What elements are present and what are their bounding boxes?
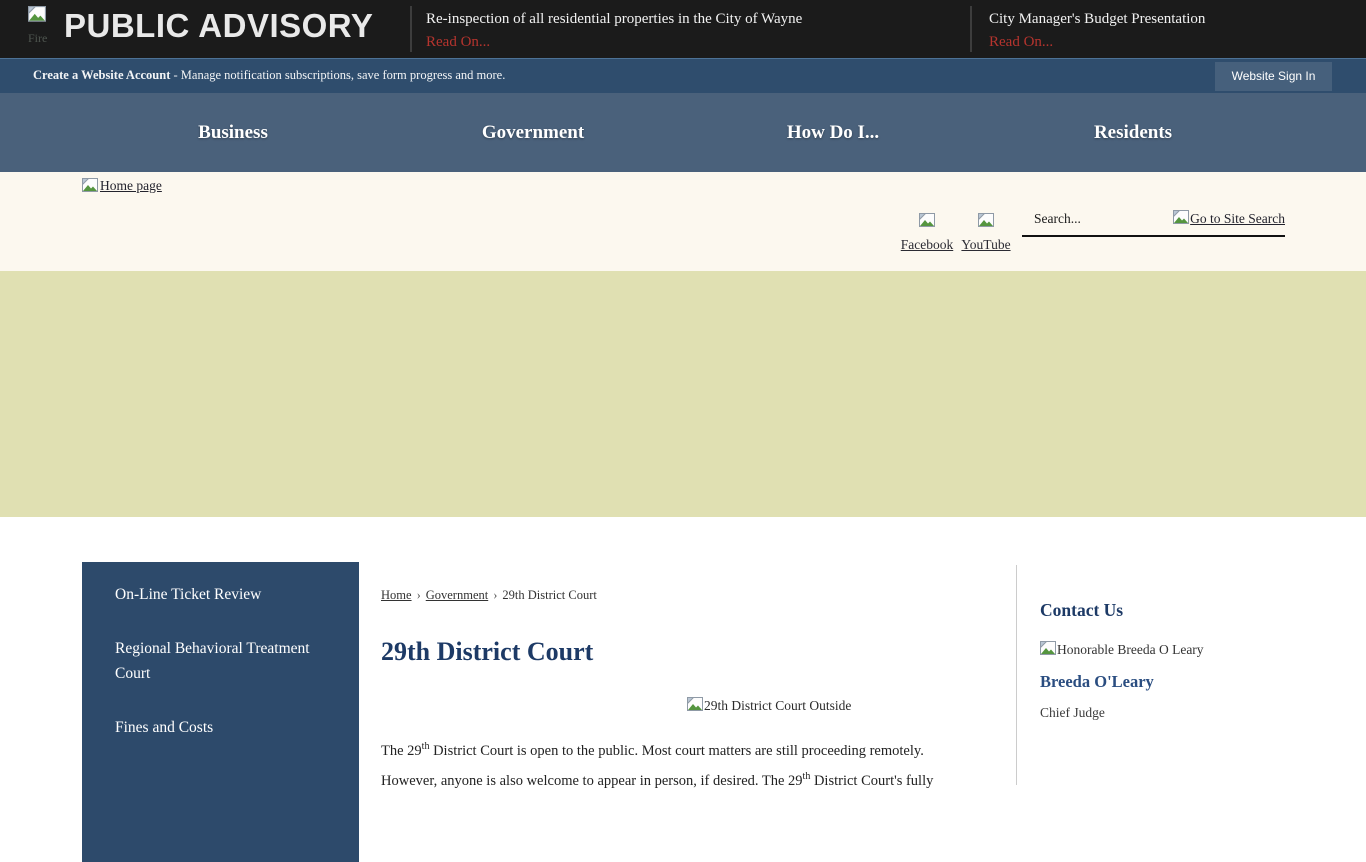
sidebar-item-regional-behavioral-treatment-court[interactable]: Regional Behavioral Treatment Court <box>115 636 335 686</box>
read-on-link[interactable]: Read On... <box>426 31 802 53</box>
page-content: On-Line Ticket Review Regional Behaviora… <box>0 517 1366 768</box>
youtube-alt-text: YouTube <box>961 237 1010 252</box>
main-navigation: Business Government How Do I... Resident… <box>0 93 1366 172</box>
broken-image-icon <box>687 697 703 713</box>
left-sidebar-menu: On-Line Ticket Review Regional Behaviora… <box>82 562 359 862</box>
contact-us-panel: Contact Us Honorable Breeda O Leary Bree… <box>1040 600 1330 721</box>
breadcrumb-current-page: 29th District Court <box>502 588 596 602</box>
advisory-item: Re-inspection of all residential propert… <box>426 8 802 53</box>
read-on-link[interactable]: Read On... <box>989 31 1205 53</box>
advisory-text: City Manager's Budget Presentation <box>989 11 1205 27</box>
paragraph-text: District Court's fully <box>810 773 933 789</box>
nav-item-government[interactable]: Government <box>383 93 683 172</box>
judge-photo-alt-text: Honorable Breeda O Leary <box>1057 642 1204 657</box>
court-outside-image-broken: 29th District Court Outside <box>687 697 851 714</box>
advisory-text: Re-inspection of all residential propert… <box>426 11 802 27</box>
facebook-alt-text: Facebook <box>901 237 953 252</box>
sidebar-item-fines-and-costs[interactable]: Fines and Costs <box>115 715 335 740</box>
breadcrumb: Home › Government › 29th District Court <box>381 588 597 603</box>
breadcrumb-government-link[interactable]: Government <box>426 588 488 602</box>
home-page-alt-text: Home page <box>100 178 162 194</box>
public-advisory-bar: Fire PUBLIC ADVISORY Re-inspection of al… <box>0 0 1366 58</box>
contact-us-heading: Contact Us <box>1040 600 1330 621</box>
public-advisory-title: PUBLIC ADVISORY <box>64 7 373 45</box>
breadcrumb-separator: › <box>493 588 497 602</box>
broken-image-icon <box>82 178 98 198</box>
website-sign-in-button[interactable]: Website Sign In <box>1215 62 1332 91</box>
broken-image-icon <box>1173 210 1189 226</box>
home-page-link[interactable]: Home page <box>82 178 162 198</box>
nav-item-business[interactable]: Business <box>83 93 383 172</box>
main-navigation-inner: Business Government How Do I... Resident… <box>83 93 1283 172</box>
facebook-link[interactable]: Facebook <box>898 210 956 256</box>
advisory-item: City Manager's Budget Presentation Read … <box>989 8 1205 53</box>
create-account-link[interactable]: Create a Website Account <box>33 68 170 82</box>
create-account-message[interactable]: Create a Website Account - Manage notifi… <box>33 68 505 83</box>
paragraph-text: The 29 <box>381 743 422 759</box>
advisory-divider <box>970 6 972 52</box>
content-vertical-divider <box>1016 565 1017 785</box>
go-to-site-search-button[interactable]: Go to Site Search <box>1173 210 1285 227</box>
nav-item-residents[interactable]: Residents <box>983 93 1283 172</box>
advisory-divider <box>410 6 412 52</box>
broken-image-icon <box>28 6 46 29</box>
breadcrumb-home-link[interactable]: Home <box>381 588 412 602</box>
hero-banner-image-area <box>0 271 1366 517</box>
nav-item-how-do-i[interactable]: How Do I... <box>683 93 983 172</box>
paragraph-superscript: th <box>803 771 811 782</box>
go-to-site-search-alt-text: Go to Site Search <box>1190 211 1285 226</box>
body-paragraph: The 29th District Court is open to the p… <box>381 734 971 794</box>
broken-image-icon <box>1040 641 1056 657</box>
account-bar: Create a Website Account - Manage notifi… <box>0 58 1366 93</box>
create-account-description: - Manage notification subscriptions, sav… <box>170 68 505 82</box>
search-input[interactable] <box>1032 210 1156 228</box>
judge-name: Breeda O'Leary <box>1040 672 1330 692</box>
judge-photo-broken: Honorable Breeda O Leary <box>1040 641 1330 658</box>
breadcrumb-separator: › <box>417 588 421 602</box>
page-title: 29th District Court <box>381 637 593 667</box>
sidebar-item-online-ticket-review[interactable]: On-Line Ticket Review <box>115 582 335 607</box>
broken-image-icon <box>919 213 935 229</box>
broken-image-icon <box>978 213 994 229</box>
youtube-link[interactable]: YouTube <box>957 210 1015 256</box>
judge-role: Chief Judge <box>1040 705 1330 721</box>
site-search-form: Go to Site Search <box>1022 208 1285 237</box>
site-header: Home page Facebook YouTube Go to Site Se… <box>0 172 1366 271</box>
court-outside-alt-text: 29th District Court Outside <box>704 698 851 713</box>
